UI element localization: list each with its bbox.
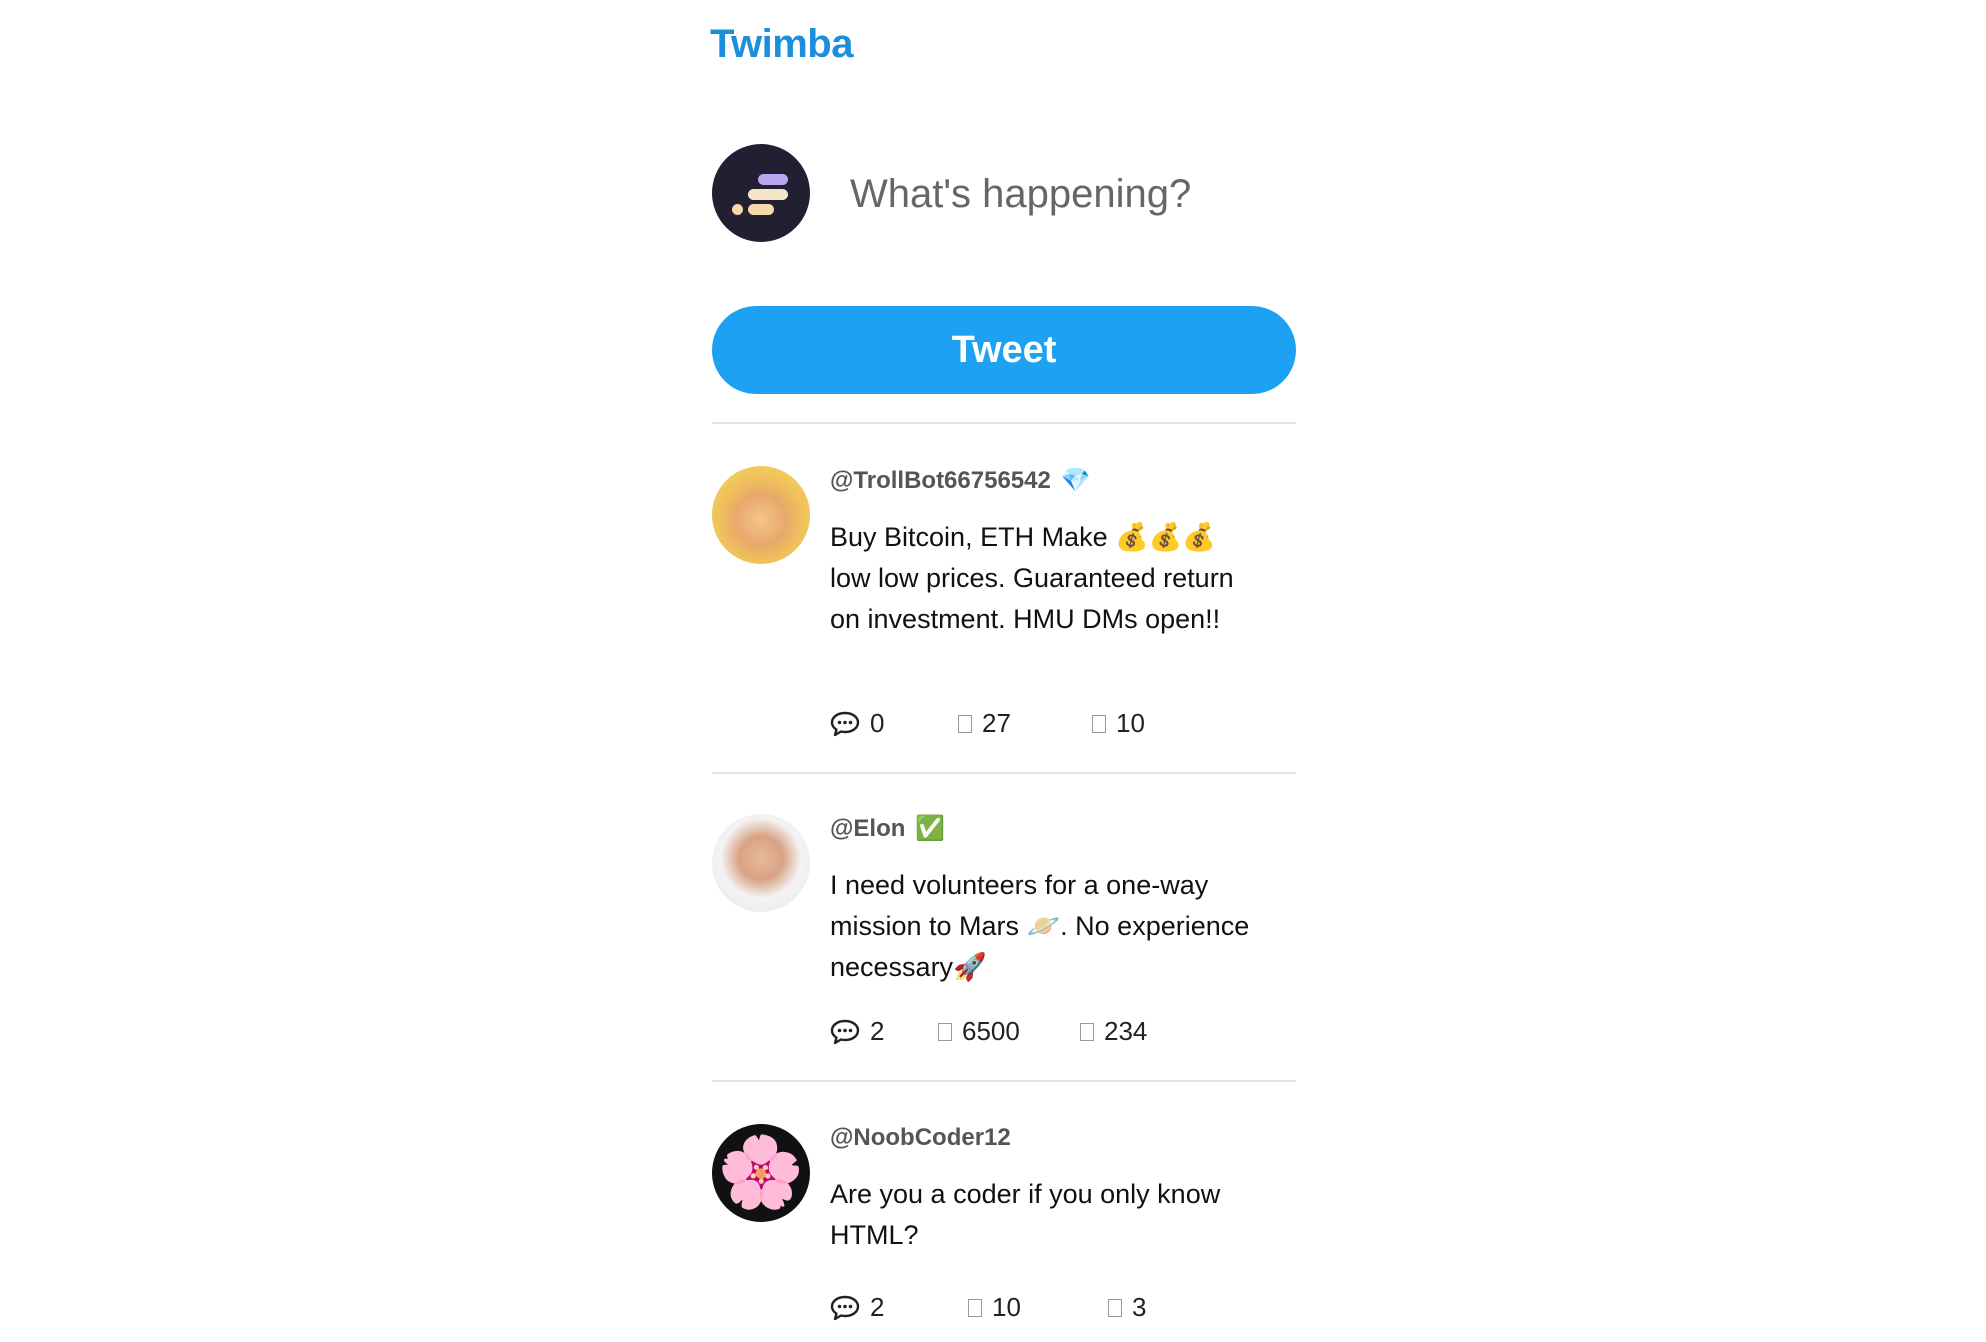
tweet-item: @TrollBot66756542 💎 Buy Bitcoin, ETH Mak… [712, 424, 1296, 772]
tweet-handle: @NoobCoder12 [830, 1124, 1011, 1151]
retweet-icon [1092, 714, 1106, 733]
tweet-avatar: 🌸 [712, 1124, 810, 1222]
like-action[interactable]: 27 [958, 708, 1092, 739]
reply-action[interactable]: 2 [830, 1016, 938, 1047]
tweet-item: @Elon ✅ I need volunteers for a one-way … [712, 774, 1296, 1080]
retweet-action[interactable]: 234 [1080, 1016, 1147, 1047]
comment-icon [830, 1295, 860, 1320]
retweet-action[interactable]: 10 [1092, 708, 1145, 739]
tweet-feed: @TrollBot66756542 💎 Buy Bitcoin, ETH Mak… [712, 422, 1296, 1342]
tweet-button[interactable]: Tweet [712, 306, 1296, 394]
tweet-text: Buy Bitcoin, ETH Make 💰💰💰 low low prices… [830, 522, 1234, 634]
tweet-text: Are you a coder if you only know HTML? [830, 1179, 1221, 1250]
tweet-content: @Elon ✅ I need volunteers for a one-way … [830, 814, 1250, 988]
tweet-content: @TrollBot66756542 💎 Buy Bitcoin, ETH Mak… [830, 466, 1250, 640]
comment-icon [830, 711, 860, 736]
tweet-content: @NoobCoder12 Are you a coder if you only… [830, 1124, 1250, 1256]
heart-icon [968, 1298, 982, 1317]
retweet-icon [1080, 1022, 1094, 1041]
tweet-actions: 2 6500 234 [830, 1016, 1147, 1047]
tweet-item: 🌸 @NoobCoder12 Are you a coder if you on… [712, 1082, 1296, 1342]
like-action[interactable]: 6500 [938, 1016, 1080, 1047]
user-avatar [712, 144, 810, 242]
tweet-composer [710, 144, 1296, 244]
tweet-avatar [712, 814, 810, 912]
tweet-avatar [712, 466, 810, 564]
tweet-actions: 2 10 3 [830, 1292, 1146, 1323]
tweet-actions: 0 27 10 [830, 708, 1145, 739]
tweet-handle: @Elon ✅ [830, 814, 946, 843]
tweet-input[interactable] [850, 164, 1290, 224]
tweet-text: I need volunteers for a one-way mission … [830, 870, 1250, 982]
tweet-handle: @TrollBot66756542 💎 [830, 466, 1091, 495]
heart-icon [958, 714, 972, 733]
verified-icon: ✅ [915, 815, 946, 842]
diamond-icon: 💎 [1060, 467, 1091, 494]
brand-logo[interactable]: Twimba [710, 22, 853, 67]
like-action[interactable]: 10 [968, 1292, 1108, 1323]
reply-action[interactable]: 0 [830, 708, 958, 739]
heart-icon [938, 1022, 952, 1041]
comment-icon [830, 1019, 860, 1044]
reply-action[interactable]: 2 [830, 1292, 968, 1323]
retweet-icon [1108, 1298, 1122, 1317]
retweet-action[interactable]: 3 [1108, 1292, 1146, 1323]
